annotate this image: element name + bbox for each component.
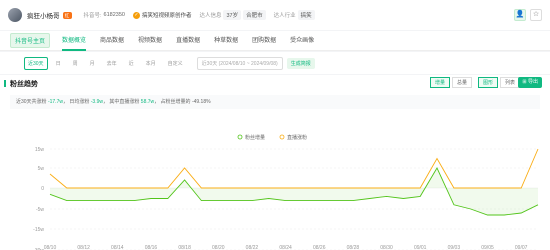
id-value: 6182350 — [103, 12, 125, 18]
industry-chip: 搞笑 — [297, 10, 315, 20]
period-day[interactable]: 日 — [56, 60, 61, 67]
header-actions: 👤 ☆ — [514, 9, 542, 21]
star-icon[interactable]: ☆ — [530, 9, 542, 21]
x-tick-label: 08/30 — [380, 245, 393, 250]
summary-daily-prefix: 日均涨粉 — [69, 99, 90, 105]
tag-badge: 红 — [62, 11, 72, 19]
x-tick-label: 09/03 — [448, 245, 461, 250]
user-icon[interactable]: 👤 — [514, 9, 526, 21]
avatar[interactable] — [8, 8, 22, 22]
period-bar: 近30天 日 周 月 去年 近 本月 自定义 近30天 (2024/08/10 … — [0, 52, 550, 74]
period-month[interactable]: 月 — [90, 60, 95, 67]
tab-seeding[interactable]: 种草数据 — [214, 31, 238, 51]
x-tick-label: 08/14 — [111, 245, 124, 250]
x-tick-label: 08/18 — [178, 245, 191, 250]
legend-label: 直播涨粉 — [287, 134, 307, 141]
x-tick-label: 08/28 — [347, 245, 360, 250]
tab-group-buy[interactable]: 团购数据 — [252, 31, 276, 51]
legend-label: 粉丝增量 — [245, 134, 265, 141]
y-tick-label: 15w — [35, 147, 45, 153]
y-tick-label: 0 — [41, 186, 44, 192]
summary-pct: -49.18% — [191, 99, 211, 105]
tab-overview[interactable]: 数据概览 — [62, 31, 87, 51]
tab-products[interactable]: 商品数据 — [100, 31, 124, 51]
age-chip: 37岁 — [223, 10, 242, 20]
x-tick-label: 09/01 — [414, 245, 427, 250]
tab-videos[interactable]: 视频数据 — [138, 31, 162, 51]
x-tick-label: 08/24 — [279, 245, 292, 250]
info-label: 达人信息 — [199, 13, 222, 19]
period-custom[interactable]: 自定义 — [168, 60, 183, 67]
summary-daily: -3.9w — [90, 99, 103, 105]
verified-tag: ✓ 搞笑短视频原创作者 — [132, 11, 192, 19]
export-label: 导出 — [527, 79, 538, 85]
summary-pct-prefix: 占粉丝增量的 — [160, 99, 191, 105]
tab-audience[interactable]: 受众画像 — [290, 31, 314, 51]
toggle-chart[interactable]: 图形 — [478, 77, 499, 88]
home-select[interactable]: 抖音号主页 — [10, 33, 51, 48]
toggle-total[interactable]: 总量 — [452, 77, 473, 88]
verified-icon: ✓ — [132, 11, 140, 19]
y-tick-label: -15w — [33, 227, 44, 233]
y-tick-label: 5w — [38, 166, 45, 172]
report-button[interactable]: 生成简报 — [286, 57, 315, 69]
export-button[interactable]: ⊞ 导出 — [518, 77, 542, 88]
summary-total: -17.7w — [47, 99, 63, 105]
x-tick-label: 08/16 — [145, 245, 158, 250]
chart-svg: 15w5w0-5w-15w-30w08/1008/1208/1408/1608/… — [33, 134, 539, 250]
legend-marker — [279, 134, 285, 140]
city-chip: 合肥市 — [243, 10, 266, 20]
id-label: 抖音号: — [83, 13, 102, 19]
tab-live[interactable]: 直播数据 — [176, 31, 200, 51]
period-recent[interactable]: 近 — [129, 60, 134, 67]
summary-live: 58.7w — [140, 99, 155, 105]
toggle-list[interactable]: 列表 — [500, 77, 521, 88]
x-tick-label: 09/07 — [515, 245, 528, 250]
x-tick-label: 09/05 — [481, 245, 494, 250]
x-tick-label: 08/22 — [246, 245, 259, 250]
period-30d[interactable]: 近30天 — [24, 56, 48, 70]
summary-live-prefix: 其中直播涨粉 — [109, 99, 140, 105]
toggle-increment[interactable]: 增量 — [430, 77, 451, 88]
series-line — [49, 148, 539, 189]
page: 疯狂小杨哥 红 抖音号: 6182350 ✓ 搞笑短视频原创作者 达人信息 37… — [0, 0, 550, 250]
legend-marker — [237, 134, 243, 140]
fans-trend-section: 粉丝趋势 增量 总量 图形 列表 ⊞ 导出 近30天共涨粉 -17.7w， 日均… — [0, 75, 550, 250]
tab-bar: 抖音号主页 数据概览 商品数据 视频数据 直播数据 种草数据 团购数据 受众画像 — [0, 31, 550, 51]
industry-label: 达人行业 — [273, 13, 296, 19]
x-tick-label: 08/26 — [313, 245, 326, 250]
profile-name: 疯狂小杨哥 — [27, 13, 60, 20]
x-tick-label: 08/12 — [77, 245, 90, 250]
profile-header: 疯狂小杨哥 红 抖音号: 6182350 ✓ 搞笑短视频原创作者 达人信息 37… — [0, 0, 550, 30]
date-range[interactable]: 近30天 (2024/08/10 ~ 2024/09/08) — [196, 56, 283, 70]
verified-text: 搞笑短视频原创作者 — [141, 13, 192, 19]
period-lastyear[interactable]: 去年 — [107, 60, 117, 67]
y-tick-label: -5w — [36, 207, 44, 213]
x-tick-label: 08/20 — [212, 245, 225, 250]
period-week[interactable]: 周 — [73, 60, 78, 67]
summary-bar: 近30天共涨粉 -17.7w， 日均涨粉 -3.9w， 其中直播涨粉 58.7w… — [10, 95, 540, 109]
section-title: 粉丝趋势 — [4, 80, 38, 88]
period-this-month[interactable]: 本月 — [146, 60, 156, 67]
summary-prefix: 近30天共涨粉 — [16, 99, 47, 105]
x-tick-label: 08/10 — [44, 245, 57, 250]
fans-chart: 15w5w0-5w-15w-30w08/1008/1208/1408/1608/… — [0, 127, 550, 250]
